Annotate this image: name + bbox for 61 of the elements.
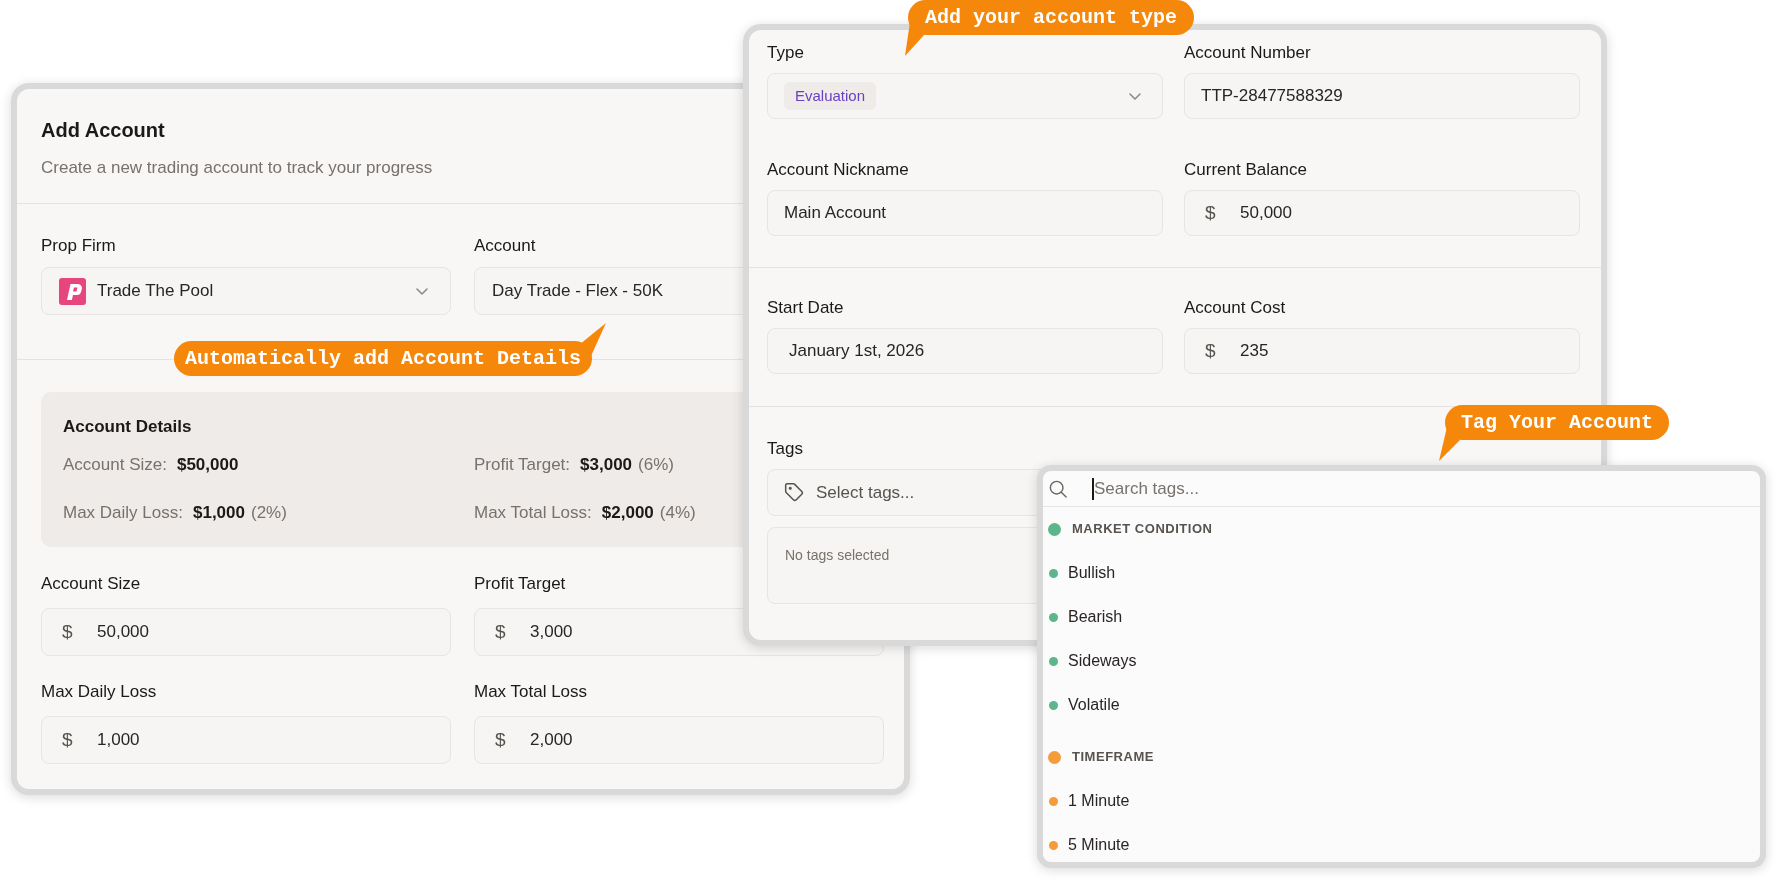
field-label: Max Total Loss (474, 681, 588, 703)
dialog-subtitle: Create a new trading account to track your progress (41, 157, 433, 179)
date-picker[interactable]: January 1st, 2026 (767, 328, 1163, 374)
search-field[interactable]: Search tags... (1094, 473, 1760, 504)
type-badge: Evaluation (784, 82, 877, 110)
detail-label: Max Total Loss: (474, 502, 592, 524)
detail-label: Account Size: (63, 454, 167, 476)
type-select[interactable]: Evaluation (767, 73, 1163, 119)
text-field[interactable]: TTP-28477588329 (1184, 73, 1580, 119)
field-label: Account (474, 235, 536, 257)
amount-field[interactable]: $ 50,000 (1184, 190, 1580, 236)
tag-option[interactable]: Sideways (1048, 639, 1143, 683)
tag-option[interactable]: Volatile (1048, 683, 1126, 727)
group-heading: TIMEFRAME (1072, 748, 1154, 767)
callout-tail-icon (1438, 426, 1461, 462)
amount-field[interactable]: $ 50,000 (41, 608, 451, 656)
field-label: Account Nickname (767, 159, 909, 181)
field-label: Type (767, 42, 804, 64)
tag-icon (784, 482, 804, 502)
dialog-title: Add Account (41, 118, 165, 143)
callout: Automatically add Account Details (174, 341, 593, 376)
tag-option[interactable]: Bullish (1048, 551, 1122, 595)
callout: Tag Your Account (1445, 405, 1670, 440)
currency-symbol: $ (495, 728, 507, 752)
callout-tail-icon (902, 22, 924, 57)
logo-icon (59, 277, 86, 305)
detail-note: (6%) (638, 454, 674, 476)
detail-note: (4%) (659, 502, 696, 524)
tag-option[interactable]: 5 Minute (1048, 823, 1136, 862)
field-label: Profit Target (474, 573, 566, 595)
currency-symbol: $ (1205, 339, 1217, 363)
field-label: Current Balance (1184, 159, 1307, 181)
detail-value: $2,000 (601, 502, 654, 524)
detail-value: $1,000 (193, 502, 245, 524)
detail-label: Max Daily Loss: (63, 502, 183, 524)
field-label: Max Daily Loss (41, 681, 157, 703)
field-label: Prop Firm (41, 235, 116, 257)
detail-value: $50,000 (176, 454, 239, 476)
tag-option[interactable]: 1 Minute (1048, 779, 1136, 823)
currency-symbol: $ (62, 620, 74, 644)
amount-field[interactable]: $ 1,000 (41, 716, 451, 764)
select-field[interactable]: Trade The Pool (41, 267, 451, 315)
callout-tail-icon (581, 322, 607, 357)
field-label: Account Cost (1184, 297, 1286, 319)
search-icon (1049, 479, 1067, 498)
chevron-down-icon (416, 287, 428, 295)
currency-symbol: $ (495, 620, 507, 644)
field-label: Account Size (41, 573, 141, 595)
detail-value: $3,000 (580, 454, 633, 476)
text-field[interactable]: Main Account (767, 190, 1163, 236)
callout: Add your account type (908, 0, 1195, 35)
amount-field[interactable]: $ 2,000 (474, 716, 884, 764)
field-label: Account Number (1184, 42, 1311, 64)
chevron-down-icon (1129, 92, 1141, 100)
currency-symbol: $ (1205, 201, 1217, 225)
currency-symbol: $ (62, 728, 74, 752)
amount-field[interactable]: $ 235 (1184, 328, 1580, 374)
detail-label: Profit Target: (474, 454, 571, 476)
field-label: Tags (767, 438, 803, 460)
details-title: Account Details (63, 416, 192, 438)
detail-note: (2%) (251, 502, 287, 524)
